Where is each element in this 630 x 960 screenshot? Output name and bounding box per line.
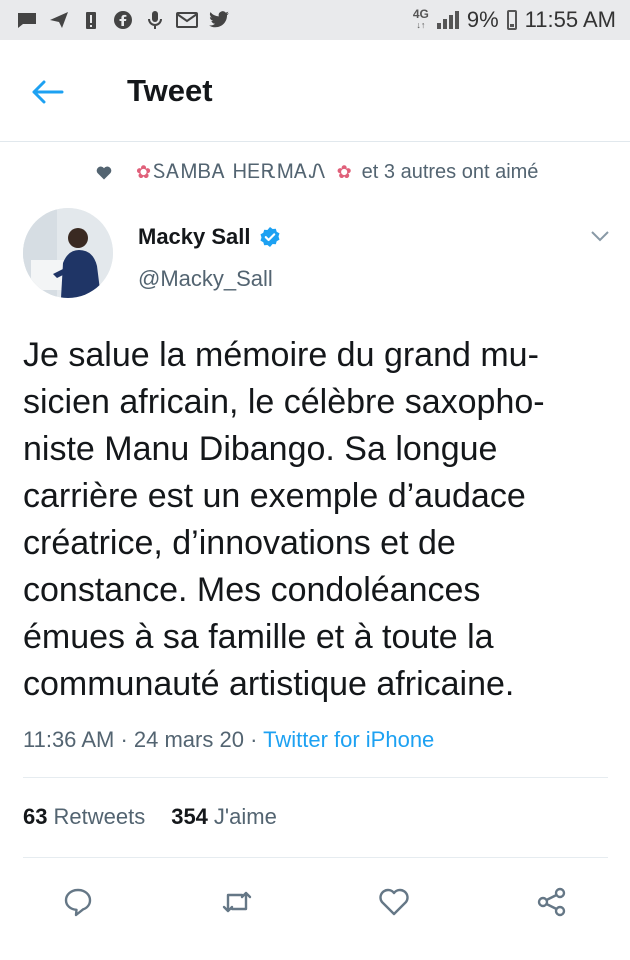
retweets-label: Retweets: [53, 804, 146, 829]
send-icon: [48, 11, 70, 29]
chevron-down-icon: [591, 231, 609, 242]
avatar[interactable]: [23, 208, 113, 298]
battery-icon: [506, 10, 517, 30]
battery-percent: 9%: [466, 7, 499, 32]
heart-icon: [96, 166, 112, 179]
divider: [23, 777, 608, 778]
retweets-count: 63: [23, 804, 48, 829]
top-app-bar: Tweet: [0, 40, 630, 142]
meta-separator: ·: [243, 727, 264, 752]
avatar-photo: [23, 208, 113, 298]
status-bar: 4G ↓↑ 9% 11:55 AM: [0, 0, 630, 40]
network-type: 4G: [412, 7, 429, 21]
twitter-icon: [208, 11, 230, 29]
tweet-line: Je salue la mémoire du grand mu-: [23, 336, 539, 374]
tweet-metadata: 11:36 AM · 24 mars 20 · Twitter for iPho…: [23, 727, 434, 753]
chat-icon: [16, 11, 38, 29]
facebook-icon: [112, 11, 134, 29]
mail-icon: [176, 11, 198, 29]
reply-button[interactable]: [58, 882, 98, 922]
liked-suffix: et 3 autres ont aimé: [361, 161, 539, 183]
likes-stat[interactable]: 354 J'aime: [171, 804, 277, 830]
engagement-stats: 63 Retweets 354 J'aime: [23, 804, 277, 830]
share-button[interactable]: [532, 882, 572, 922]
tweet-actions: [0, 870, 630, 930]
page-title: Tweet: [127, 73, 213, 108]
tweet-date: 24 mars 20: [133, 727, 244, 752]
reply-icon: [64, 888, 92, 917]
liker-name: ᏚᎪᎷᏴᎪ ᎻᎬᎡᎷᎪᏁ: [153, 161, 327, 183]
author-name-line[interactable]: Macky Sall: [138, 224, 281, 250]
tweet-line: carrière est un exemple d’audace: [23, 477, 526, 515]
social-context[interactable]: ✿ ᏚᎪᎷᏴᎪ ᎻᎬᎡᎷᎪᏁ ✿ et 3 autres ont aimé: [96, 161, 538, 184]
author-handle[interactable]: @Macky_Sall: [138, 266, 273, 292]
tweet-text: Je salue la mémoire du grand mu- sicien …: [23, 332, 613, 708]
tweet-line: communauté artistique africaine.: [23, 665, 515, 703]
tweet-line: niste Manu Dibango. Sa longue: [23, 430, 498, 468]
back-arrow-icon: [32, 80, 64, 104]
meta-separator: ·: [114, 727, 134, 752]
tweet-line: sicien africain, le célèbre saxopho-: [23, 383, 545, 421]
tweet-line: émues à sa famille et à toute la: [23, 618, 494, 656]
tweet-source-link[interactable]: Twitter for iPhone: [263, 727, 434, 752]
retweet-icon: [222, 891, 252, 913]
battery-alert-icon: [80, 11, 102, 29]
tweet-line: créatrice, d’innovations et de: [23, 524, 456, 562]
tweet-time: 11:36 AM: [23, 727, 115, 752]
share-icon: [537, 887, 566, 917]
author-name: Macky Sall: [138, 224, 251, 249]
more-options-button[interactable]: [586, 226, 614, 246]
network-activity: ↓↑: [416, 20, 426, 30]
signal-icon: [436, 11, 459, 29]
microphone-icon: [144, 11, 166, 29]
heart-outline-icon: [379, 888, 409, 916]
like-button[interactable]: [374, 882, 414, 922]
flower-emoji-right: ✿: [336, 162, 352, 182]
status-right: 4G ↓↑ 9% 11:55 AM: [413, 7, 616, 33]
back-button[interactable]: [30, 75, 70, 109]
clock: 11:55 AM: [524, 7, 616, 32]
tweet-line: constance. Mes condoléances: [23, 571, 481, 609]
likes-count: 354: [171, 804, 208, 829]
verified-badge-icon: [260, 227, 280, 247]
network-indicator: 4G ↓↑: [412, 7, 429, 31]
retweet-button[interactable]: [217, 882, 257, 922]
notification-icons: [16, 11, 230, 29]
likes-label: J'aime: [213, 804, 277, 829]
retweets-stat[interactable]: 63 Retweets: [23, 804, 145, 830]
flower-emoji-left: ✿: [136, 162, 152, 182]
divider: [23, 857, 608, 858]
